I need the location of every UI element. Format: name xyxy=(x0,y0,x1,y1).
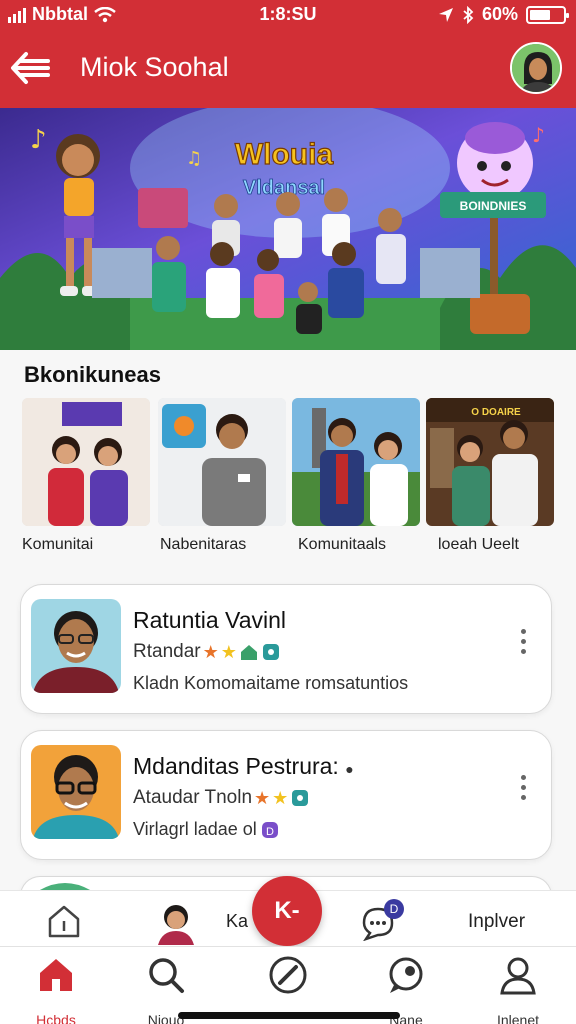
tile-4-sign: O DOAIRE xyxy=(471,407,521,418)
member-card-2[interactable]: Mdanditas Pestrura: ● Ataudar Tnoln ★ ★ … xyxy=(20,730,552,860)
chat-bubble-button[interactable]: D xyxy=(356,899,406,946)
community-tile-2-label: Nabenitaras xyxy=(160,536,247,553)
badge-house-icon xyxy=(240,645,257,660)
bluetooth-icon xyxy=(463,5,474,24)
member-2-subtitle: Ataudar Tnoln ★ ★ xyxy=(133,787,310,809)
tile-4-image: O DOAIRE xyxy=(426,398,554,526)
community-tile-1-label: Komunitai xyxy=(22,536,94,553)
profile-avatar[interactable] xyxy=(510,42,562,94)
tile-3-image xyxy=(292,398,420,526)
quick-right-label[interactable]: Inplver xyxy=(468,911,525,933)
hero-banner[interactable]: ♪ ♫ ♪ Wlouia Vldansal BOINDNIES xyxy=(0,108,576,350)
star-icon: ★ xyxy=(272,788,289,808)
search-icon xyxy=(149,958,184,993)
member-1-description: Kladn Komomaitame romsatuntios xyxy=(133,673,409,693)
profile-icon xyxy=(500,957,536,995)
tab-profile[interactable]: Inlenet xyxy=(468,955,568,1024)
community-tile-3[interactable] xyxy=(292,398,420,526)
star-icon: ★ xyxy=(202,642,219,662)
status-bar: Nbbtal 1:8:SU 60% xyxy=(0,0,576,30)
battery-icon xyxy=(526,5,569,24)
page-title: Miok Soohal xyxy=(80,52,229,82)
badge-shield-icon xyxy=(262,644,279,660)
community-tile-2[interactable] xyxy=(158,398,286,526)
home-outline-button[interactable] xyxy=(44,903,84,944)
more-options-icon[interactable] xyxy=(515,775,531,805)
quick-left-label: Ka xyxy=(226,911,249,931)
avatar-image xyxy=(512,44,560,92)
banner-sign: BOINDNIES xyxy=(460,199,527,213)
pencil-icon xyxy=(269,956,307,994)
badge-shield-icon xyxy=(292,790,309,806)
chat-badge: D xyxy=(384,899,404,919)
member-2-name-text: Mdanditas Pestrura: xyxy=(133,753,339,779)
section-title: Bkonikuneas xyxy=(24,362,161,387)
star-icon: ★ xyxy=(220,642,237,662)
svg-text:♪: ♪ xyxy=(532,123,545,147)
tab-profile-label: Inlenet xyxy=(496,1012,540,1024)
member-1-subtitle: Rtandar ★ ★ xyxy=(133,641,281,663)
floating-action-button[interactable]: K- xyxy=(252,876,322,946)
svg-text:♪: ♪ xyxy=(30,125,47,155)
svg-text:♫: ♫ xyxy=(186,148,202,169)
battery-percent: 60% xyxy=(481,4,518,24)
verified-icon: ● xyxy=(345,761,354,777)
tile-1-image xyxy=(22,398,150,526)
tile-2-image xyxy=(158,398,286,526)
home-outline-icon xyxy=(48,905,80,938)
more-options-icon[interactable] xyxy=(515,629,531,659)
member-2-description-text: Virlagrl ladae ol xyxy=(133,819,257,839)
community-tile-1[interactable] xyxy=(22,398,150,526)
home-indicator xyxy=(178,1012,400,1019)
status-right: 60% xyxy=(438,4,569,25)
star-icon: ★ xyxy=(254,788,271,808)
member-1-name: Ratuntia Vavinl xyxy=(133,607,286,633)
purple-badge-icon: D xyxy=(261,821,278,838)
community-tile-4[interactable]: O DOAIRE xyxy=(426,398,554,526)
back-button[interactable] xyxy=(10,50,52,86)
member-2-avatar xyxy=(31,745,121,839)
user-avatar-mini[interactable] xyxy=(154,903,198,950)
community-tile-3-label: Komunitaals xyxy=(298,536,387,553)
home-icon xyxy=(40,959,72,991)
app-screen: Nbbtal 1:8:SU 60% Miok Soohal ♪ ♫ ♪ Wlou… xyxy=(0,0,576,1024)
member-1-role: Rtandar xyxy=(133,641,201,662)
member-1-avatar xyxy=(31,599,121,693)
community-tiles: Komunitai Nabenitaras Komunitaals O DOAI… xyxy=(22,398,562,558)
banner-illustration: ♪ ♫ ♪ Wlouia Vldansal BOINDNIES xyxy=(0,108,576,350)
member-2-description: Virlagrl ladae ol D xyxy=(133,819,279,840)
tab-home[interactable]: Hcbds xyxy=(6,955,106,1024)
community-tile-4-label: loeah Ueelt xyxy=(438,536,519,553)
tab-home-label: Hcbds xyxy=(36,1012,76,1024)
member-card-1[interactable]: Ratuntia Vavinl Rtandar ★ ★ Kladn Komoma… xyxy=(20,584,552,714)
svg-text:D: D xyxy=(266,826,274,838)
user-mini-avatar-image xyxy=(158,905,194,945)
chat-icon xyxy=(389,957,423,993)
member-2-role: Ataudar Tnoln xyxy=(133,787,253,808)
location-icon xyxy=(438,7,453,22)
member-2-name: Mdanditas Pestrura: ● xyxy=(133,753,354,780)
back-arrow-icon xyxy=(11,52,50,84)
banner-title-1: Wlouia xyxy=(235,138,334,171)
app-header: Nbbtal 1:8:SU 60% Miok Soohal xyxy=(0,0,576,108)
